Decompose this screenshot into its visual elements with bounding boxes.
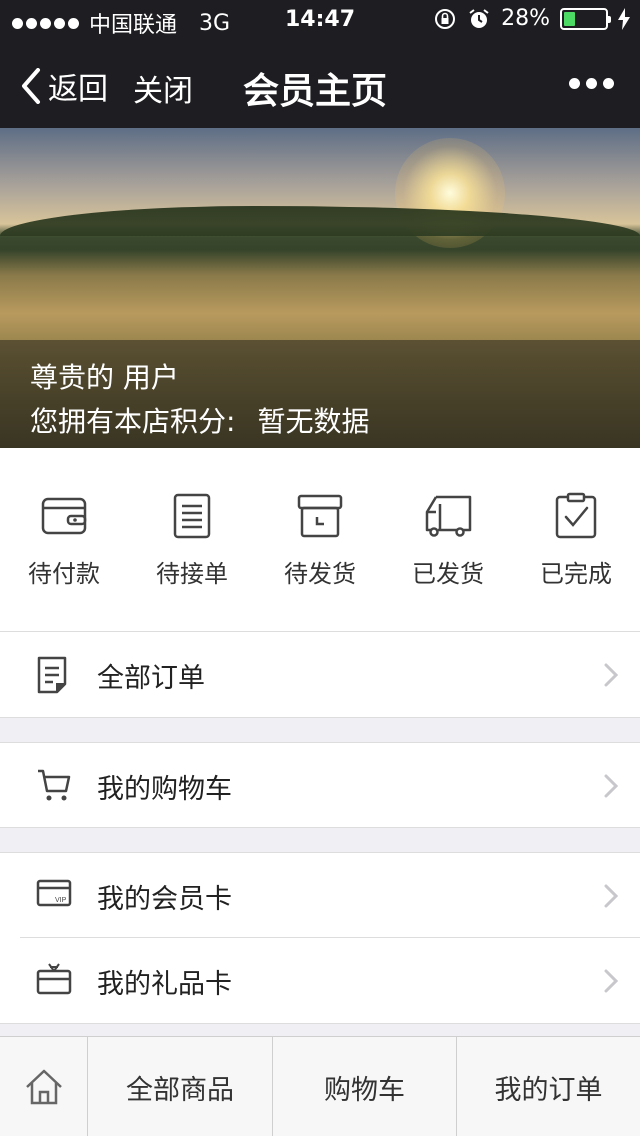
status-pending-payment[interactable]: 待付款 xyxy=(0,492,128,589)
gift-card-row[interactable]: 我的礼品卡 xyxy=(0,938,640,1024)
document-icon xyxy=(37,656,67,694)
status-pending-ship[interactable]: 待发货 xyxy=(256,492,384,589)
member-card-row[interactable]: VIP 我的会员卡 xyxy=(0,852,640,938)
status-label: 待接单 xyxy=(156,560,228,588)
status-label: 已完成 xyxy=(540,560,612,588)
wallet-icon xyxy=(41,497,87,535)
chevron-right-icon xyxy=(604,884,618,908)
chevron-right-icon xyxy=(604,663,618,687)
gift-card-icon xyxy=(36,963,72,995)
cart-row[interactable]: 我的购物车 xyxy=(0,742,640,828)
truck-icon xyxy=(425,495,472,537)
status-bar: 中国联通 3G 14:47 28% xyxy=(0,0,640,40)
status-shipped[interactable]: 已发货 xyxy=(384,492,512,589)
rotation-lock-icon xyxy=(435,8,456,29)
tab-home[interactable] xyxy=(0,1037,87,1136)
member-name: 尊贵的 用户 xyxy=(30,361,179,394)
points-value: 暂无数据 xyxy=(257,405,370,438)
box-icon xyxy=(297,494,343,538)
chevron-right-icon xyxy=(604,774,618,798)
nav-bar: 返回 关闭 会员主页 xyxy=(0,40,640,128)
more-menu-button[interactable] xyxy=(569,78,614,89)
tab-cart[interactable]: 购物车 xyxy=(272,1037,456,1136)
status-label: 已发货 xyxy=(412,560,484,588)
all-orders-label: 全部订单 xyxy=(97,663,205,694)
back-label: 返回 xyxy=(48,72,108,107)
page-title: 会员主页 xyxy=(243,71,388,112)
bottom-tab-bar: 全部商品 购物车 我的订单 xyxy=(0,1036,640,1136)
home-icon xyxy=(25,1069,62,1105)
close-button[interactable]: 关闭 xyxy=(133,66,193,110)
member-points: 您拥有本店积分: 暂无数据 xyxy=(30,400,369,440)
status-label: 待发货 xyxy=(284,560,356,588)
member-banner: 尊贵的 用户 您拥有本店积分: 暂无数据 xyxy=(0,128,640,448)
status-completed[interactable]: 已完成 xyxy=(512,492,640,589)
status-label: 待付款 xyxy=(28,560,100,588)
battery-icon xyxy=(560,7,611,30)
alarm-icon xyxy=(469,8,489,28)
chevron-left-icon xyxy=(22,68,40,104)
order-status-row: 待付款 待接单 待发货 已发货 已完成 xyxy=(0,448,640,632)
points-label: 您拥有本店积分: xyxy=(30,405,236,438)
vip-card-icon: VIP xyxy=(36,879,72,907)
back-button[interactable]: 返回 xyxy=(20,64,108,108)
status-pending-accept[interactable]: 待接单 xyxy=(128,492,256,589)
tab-all-products[interactable]: 全部商品 xyxy=(87,1037,272,1136)
list-icon xyxy=(173,493,211,539)
gift-card-label: 我的礼品卡 xyxy=(97,969,232,1000)
all-orders-row[interactable]: 全部订单 xyxy=(0,632,640,718)
charging-icon xyxy=(618,7,630,30)
tab-my-orders[interactable]: 我的订单 xyxy=(456,1037,640,1136)
status-right: 28% xyxy=(433,6,630,31)
member-card-label: 我的会员卡 xyxy=(97,884,232,915)
cart-icon xyxy=(38,769,71,801)
battery-percent: 28% xyxy=(501,6,550,31)
clipboard-check-icon xyxy=(555,492,597,539)
cart-label: 我的购物车 xyxy=(97,774,232,805)
banner-treeline xyxy=(0,206,640,236)
vip-text: VIP xyxy=(55,897,67,904)
chevron-right-icon xyxy=(604,969,618,993)
